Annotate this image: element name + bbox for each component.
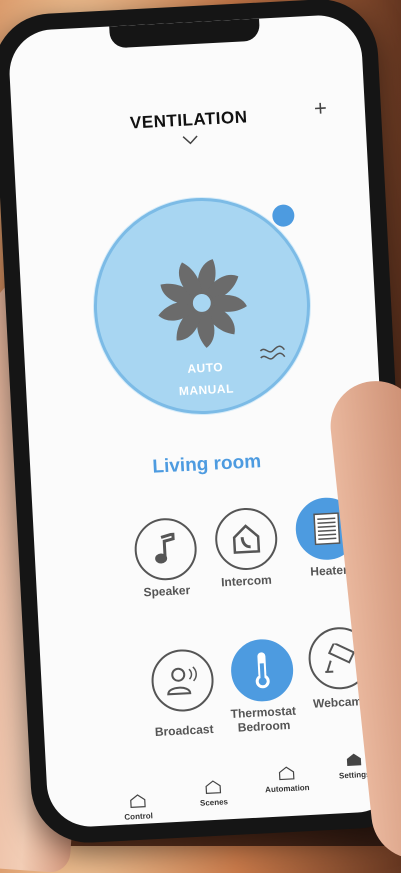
- chevron-down-icon[interactable]: [181, 132, 198, 149]
- dial-knob[interactable]: [272, 204, 295, 227]
- phone-notch: [109, 19, 260, 49]
- nav-label-scenes: Scenes: [200, 797, 228, 807]
- thermometer-icon: [252, 651, 272, 690]
- broadcast-button[interactable]: [150, 648, 215, 713]
- home-icon: [129, 794, 146, 809]
- music-note-icon: [151, 532, 181, 565]
- home-icon: [278, 766, 295, 781]
- nav-scenes[interactable]: Scenes: [173, 778, 254, 809]
- thermostat-bedroom-button[interactable]: [230, 638, 295, 703]
- intercom-button[interactable]: [214, 506, 279, 571]
- speaker-button[interactable]: [133, 517, 198, 582]
- nav-label-automation: Automation: [265, 783, 310, 794]
- room-name: Living room: [30, 445, 384, 485]
- mode-auto[interactable]: AUTO: [100, 355, 310, 380]
- fan-icon: [152, 254, 251, 353]
- nav-control[interactable]: Control: [97, 792, 178, 823]
- mode-manual[interactable]: MANUAL: [101, 377, 311, 402]
- nav-label-control: Control: [124, 811, 153, 821]
- add-button[interactable]: +: [313, 95, 327, 122]
- ventilation-dial[interactable]: AUTO MANUAL: [88, 192, 315, 419]
- home-icon: [205, 780, 222, 795]
- broadcast-icon: [165, 665, 201, 697]
- intercom-icon: [230, 522, 262, 556]
- webcam-icon: [322, 642, 358, 674]
- heater-icon: [313, 512, 341, 545]
- home-filled-icon: [346, 752, 363, 767]
